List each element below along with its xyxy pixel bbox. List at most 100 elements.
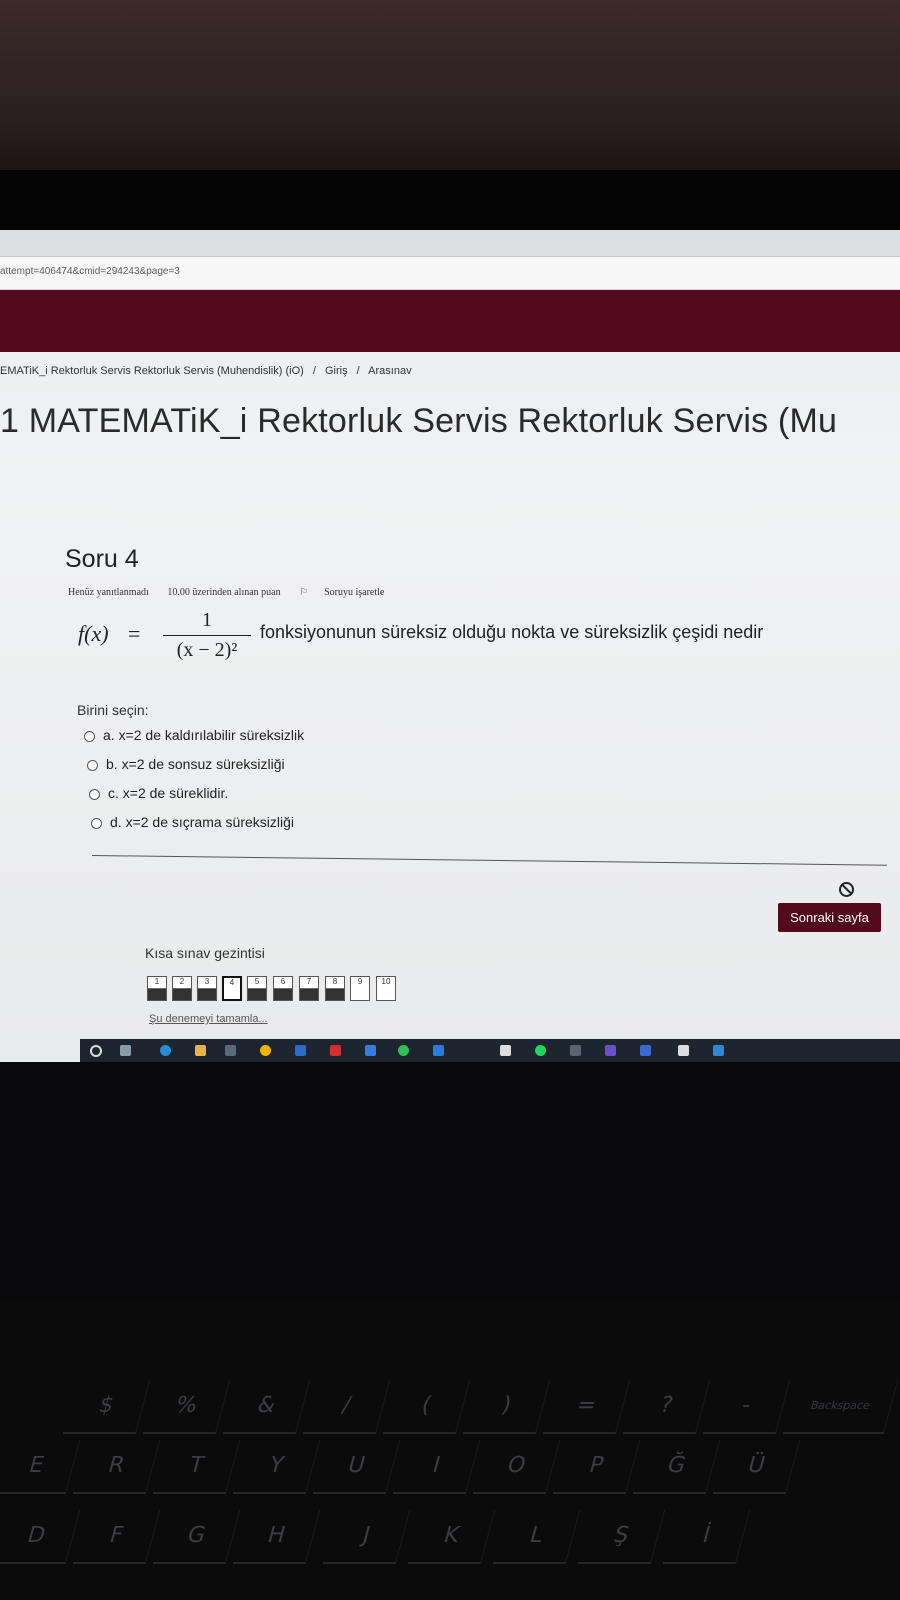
- formula-denominator: (x − 2)²: [176, 639, 238, 661]
- question-text: fonksiyonunun süreksiz olduğu nokta ve s…: [260, 622, 764, 642]
- keyboard-key: L: [492, 1510, 581, 1564]
- keyboard-key: ?: [622, 1380, 711, 1434]
- breadcrumb: EMATiK_i Rektorluk Servis Rektorluk Serv…: [0, 365, 418, 377]
- question-status: Henüz yanıtlanmadı: [68, 587, 149, 598]
- site-header-bar: [0, 290, 900, 352]
- breadcrumb-giris-link[interactable]: Giriş: [325, 365, 348, 377]
- keyboard-key: U: [312, 1440, 401, 1494]
- keyboard-row-home: D F G H J K L Ş İ: [0, 1510, 900, 1570]
- app-icon[interactable]: [678, 1045, 689, 1056]
- keyboard-key: İ: [662, 1510, 751, 1564]
- browser-screen: attempt=406474&cmid=294243&page=3 EMATiK…: [0, 230, 900, 1062]
- question-number: Soru 4: [65, 545, 139, 573]
- url-text[interactable]: attempt=406474&cmid=294243&page=3: [0, 266, 180, 277]
- flag-icon: ⚐: [299, 587, 309, 598]
- keyboard-key: G: [152, 1510, 241, 1564]
- next-page-button[interactable]: Sonraki sayfa: [778, 903, 881, 932]
- finish-attempt-link[interactable]: Şu denemeyi tamamla...: [149, 1013, 268, 1025]
- visual-studio-icon[interactable]: [605, 1045, 616, 1056]
- quiz-nav-button-1[interactable]: 1: [147, 976, 167, 1001]
- keyboard-key: %: [142, 1380, 231, 1434]
- whatsapp-icon[interactable]: [398, 1045, 409, 1056]
- breadcrumb-separator: /: [356, 365, 360, 377]
- radio-button[interactable]: [91, 817, 102, 829]
- breadcrumb-separator: /: [312, 365, 316, 377]
- laptop-keyboard: $ % & / ( ) = ? - Backspace E R T Y U I …: [0, 1300, 900, 1600]
- app-icon[interactable]: [500, 1045, 511, 1056]
- answer-option-d[interactable]: d. x=2 de sıçrama süreksizliği: [91, 814, 311, 843]
- store-icon[interactable]: [225, 1045, 236, 1056]
- keyboard-key: Ü: [712, 1440, 801, 1494]
- keyboard-key: R: [72, 1440, 161, 1494]
- quiz-nav-button-2[interactable]: 2: [172, 976, 192, 1001]
- keyboard-key: Ğ: [632, 1440, 721, 1494]
- quiz-nav-button-3[interactable]: 3: [197, 976, 217, 1001]
- radio-button[interactable]: [87, 759, 98, 771]
- keyboard-key: F: [72, 1510, 161, 1564]
- keyboard-key: T: [152, 1440, 241, 1494]
- question-info: Henüz yanıtlanmadı 10.00 üzerinden alına…: [68, 587, 416, 598]
- quiz-nav-button-5[interactable]: 5: [247, 976, 267, 1001]
- keyboard-key: O: [472, 1440, 561, 1494]
- fraction-bar: [163, 635, 251, 636]
- divider: [91, 855, 887, 866]
- quiz-navigation-title: Kısa sınav gezintisi: [145, 945, 265, 961]
- search-icon[interactable]: [90, 1045, 102, 1057]
- option-label[interactable]: a. x=2 de kaldırılabilir süreksizlik: [103, 727, 304, 743]
- address-bar[interactable]: attempt=406474&cmid=294243&page=3: [0, 257, 900, 290]
- app-icon[interactable]: [570, 1045, 581, 1056]
- quiz-nav-button-9[interactable]: 9: [350, 976, 370, 1001]
- option-label[interactable]: d. x=2 de sıçrama süreksizliği: [110, 814, 294, 830]
- quiz-nav-button-4[interactable]: 4: [222, 976, 242, 1001]
- background-wall: [0, 0, 900, 175]
- task-view-icon[interactable]: [120, 1045, 131, 1056]
- keyboard-key: -: [702, 1380, 791, 1434]
- answer-option-a[interactable]: a. x=2 de kaldırılabilir süreksizlik: [84, 727, 304, 756]
- formula-numerator: 1: [202, 609, 212, 631]
- keyboard-key: =: [542, 1380, 631, 1434]
- file-explorer-icon[interactable]: [195, 1045, 206, 1056]
- chrome-icon[interactable]: [260, 1045, 271, 1056]
- app-icon[interactable]: [713, 1045, 724, 1056]
- quiz-nav-button-8[interactable]: 8: [325, 976, 345, 1001]
- app-icon[interactable]: [640, 1045, 651, 1056]
- keyboard-key: I: [392, 1440, 481, 1494]
- browser-tab-strip: [0, 230, 900, 257]
- keyboard-key: J: [322, 1510, 411, 1564]
- keyboard-key: &: [222, 1380, 311, 1434]
- keyboard-key: (: [382, 1380, 471, 1434]
- formula-lhs: f(x): [78, 621, 109, 646]
- answer-option-b[interactable]: b. x=2 de sonsuz süreksizliği: [87, 756, 307, 785]
- monitor-bezel: [0, 170, 900, 232]
- keyboard-key: Backspace: [782, 1380, 899, 1434]
- answer-options: a. x=2 de kaldırılabilir süreksizlik b. …: [84, 727, 304, 843]
- office-icon[interactable]: [330, 1045, 341, 1056]
- app-icon[interactable]: [295, 1045, 306, 1056]
- option-label[interactable]: b. x=2 de sonsuz süreksizliği: [106, 756, 285, 772]
- keyboard-key: ): [462, 1380, 551, 1434]
- flag-question-label: Soruyu işaretle: [324, 587, 385, 598]
- quiz-nav-button-10[interactable]: 10: [376, 976, 396, 1001]
- radio-button[interactable]: [89, 788, 100, 800]
- edge-browser-icon[interactable]: [160, 1045, 171, 1056]
- spotify-icon[interactable]: [535, 1045, 546, 1056]
- radio-button[interactable]: [84, 730, 95, 742]
- mail-icon[interactable]: [365, 1045, 376, 1056]
- keyboard-key: /: [302, 1380, 391, 1434]
- breadcrumb-course-link[interactable]: EMATiK_i Rektorluk Servis Rektorluk Serv…: [0, 365, 304, 377]
- option-label[interactable]: c. x=2 de süreklidir.: [108, 785, 228, 801]
- keyboard-key: H: [232, 1510, 321, 1564]
- keyboard-key: E: [0, 1440, 81, 1494]
- keyboard-key: D: [0, 1510, 81, 1564]
- breadcrumb-arasinav-link[interactable]: Arasınav: [368, 365, 411, 377]
- flag-question-link[interactable]: ⚐ Soruyu işaretle: [299, 587, 400, 598]
- todo-icon[interactable]: [433, 1045, 444, 1056]
- answer-option-c[interactable]: c. x=2 de süreklidir.: [89, 785, 309, 814]
- keyboard-key: K: [407, 1510, 496, 1564]
- answer-prompt: Birini seçin:: [77, 702, 149, 718]
- formula-fraction: 1 (x − 2)²: [162, 607, 252, 662]
- quiz-nav-button-6[interactable]: 6: [273, 976, 293, 1001]
- keyboard-key: P: [552, 1440, 641, 1494]
- quiz-nav-button-7[interactable]: 7: [299, 976, 319, 1001]
- keyboard-row-numbers: $ % & / ( ) = ? - Backspace: [0, 1380, 900, 1440]
